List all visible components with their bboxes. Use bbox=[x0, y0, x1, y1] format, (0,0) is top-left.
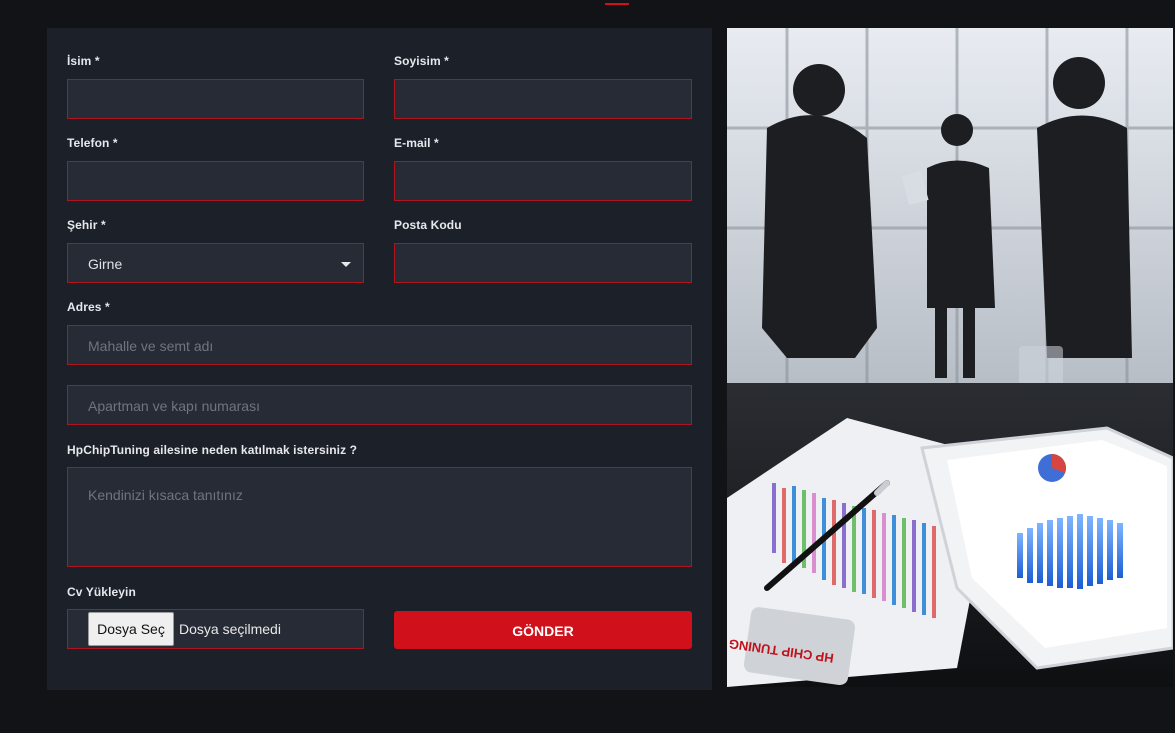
submit-button[interactable]: GÖNDER bbox=[394, 611, 692, 649]
postal-code-label: Posta Kodu bbox=[394, 218, 462, 232]
address-line1-placeholder: Mahalle ve semt adı bbox=[88, 338, 214, 354]
first-name-input[interactable] bbox=[67, 79, 364, 119]
file-status-text: Dosya seçilmedi bbox=[179, 621, 281, 637]
address-line2-placeholder: Apartman ve kapı numarası bbox=[88, 398, 260, 414]
address-line1-input[interactable]: Mahalle ve semt adı bbox=[67, 325, 692, 365]
why-join-label: HpChipTuning ailesine neden katılmak ist… bbox=[67, 443, 358, 457]
why-join-placeholder: Kendinizi kısaca tanıtınız bbox=[88, 487, 243, 503]
last-name-input[interactable] bbox=[394, 79, 692, 119]
city-label: Şehir * bbox=[67, 218, 106, 232]
first-name-label: İsim * bbox=[67, 54, 100, 68]
email-label: E-mail * bbox=[394, 136, 439, 150]
email-input[interactable] bbox=[394, 161, 692, 201]
address-label: Adres * bbox=[67, 300, 110, 314]
choose-file-button[interactable]: Dosya Seç bbox=[88, 612, 174, 646]
top-accent-line bbox=[605, 3, 629, 5]
city-select-value: Girne bbox=[88, 256, 123, 272]
last-name-label: Soyisim * bbox=[394, 54, 449, 68]
chevron-down-icon bbox=[341, 262, 351, 267]
postal-code-input[interactable] bbox=[394, 243, 692, 283]
cv-label: Cv Yükleyin bbox=[67, 585, 136, 599]
phone-label: Telefon * bbox=[67, 136, 118, 150]
city-select[interactable]: Girne bbox=[67, 243, 364, 283]
address-line2-input[interactable]: Apartman ve kapı numarası bbox=[67, 385, 692, 425]
business-meeting-photo: HP CHIP TUNING bbox=[727, 28, 1173, 687]
cv-file-input[interactable]: Dosya Seç Dosya seçilmedi bbox=[67, 609, 364, 649]
why-join-textarea[interactable]: Kendinizi kısaca tanıtınız bbox=[67, 467, 692, 567]
photo-illustration: HP CHIP TUNING bbox=[727, 28, 1173, 687]
phone-input[interactable] bbox=[67, 161, 364, 201]
